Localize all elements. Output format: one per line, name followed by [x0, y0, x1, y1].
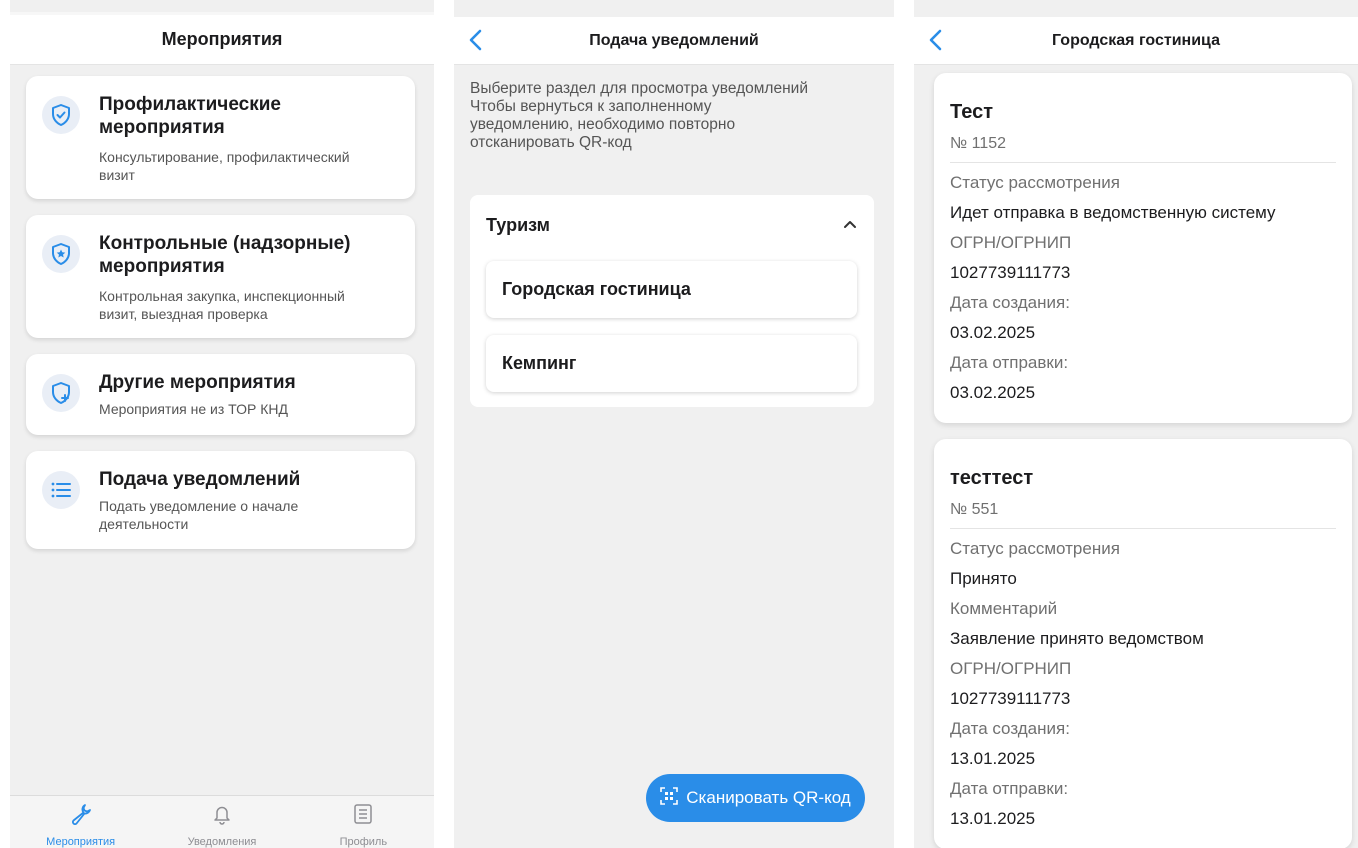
wrench-icon: [70, 803, 92, 830]
other-events-card[interactable]: Другие мероприятия Мероприятия не из ТОР…: [26, 354, 415, 435]
tab-profile[interactable]: Профиль: [293, 796, 434, 848]
item-camping[interactable]: Кемпинг: [486, 335, 857, 392]
status-label: Статус рассмотрения: [950, 539, 1120, 558]
sent-value: 13.01.2025: [950, 809, 1036, 828]
preventive-events-card[interactable]: Профилактические мероприятия Консультиро…: [26, 76, 415, 199]
section-hint: Выберите раздел для просмотра уведомлени…: [470, 80, 808, 151]
notice-card[interactable]: тесттест № 551 Статус рассмотрения Приня…: [934, 439, 1352, 848]
status-value: Принято: [950, 569, 1017, 588]
bottom-tab-bar: Мероприятия Уведомления Профиль: [10, 795, 434, 848]
sent-label: Дата отправки:: [950, 353, 1069, 372]
status-label: Статус рассмотрения: [950, 173, 1120, 192]
control-events-card[interactable]: Контрольные (надзорные) мероприятия Конт…: [26, 215, 415, 338]
shield-check-icon: [42, 96, 80, 134]
events-header: Мероприятия: [10, 15, 434, 65]
card-description: Подать уведомление о начале деятельности: [99, 498, 299, 532]
notifications-header: Подача уведомлений: [454, 17, 894, 65]
status-value: Идет отправка в ведомственную систему: [950, 203, 1276, 222]
created-label: Дата создания:: [950, 293, 1070, 312]
card-title: Профилактические мероприятия: [99, 94, 281, 138]
card-description: Контрольная закупка, инспекционный визит…: [99, 288, 345, 322]
comment-value: Заявление принято ведомством: [950, 629, 1204, 648]
divider: [950, 528, 1336, 529]
notifications-screen: Подача уведомлений Выберите раздел для п…: [454, 0, 894, 848]
notice-number: № 1152: [950, 135, 1007, 152]
notice-name: Тест: [950, 101, 993, 123]
tab-events[interactable]: Мероприятия: [10, 796, 151, 848]
created-value: 03.02.2025: [950, 323, 1036, 342]
ogrn-label: ОГРН/ОГРНИП: [950, 659, 1072, 678]
bell-icon: [211, 803, 233, 830]
created-label: Дата создания:: [950, 719, 1070, 738]
qr-scan-icon: [660, 786, 686, 810]
group-header[interactable]: Туризм: [486, 215, 550, 236]
back-chevron-icon[interactable]: [464, 27, 490, 53]
profile-list-icon: [352, 803, 374, 830]
card-title: Другие мероприятия: [99, 372, 296, 393]
list-icon: [42, 471, 80, 509]
card-title: Подача уведомлений: [99, 469, 301, 490]
sent-value: 03.02.2025: [950, 383, 1036, 402]
ogrn-value: 1027739111773: [950, 263, 1071, 282]
page-title: Мероприятия: [161, 29, 283, 49]
divider: [950, 162, 1336, 163]
notice-name: тесттест: [950, 467, 1034, 489]
scan-qr-button[interactable]: Сканировать QR-код: [646, 774, 865, 822]
notice-number: № 551: [950, 501, 999, 518]
submit-notifications-card[interactable]: Подача уведомлений Подать уведомление о …: [26, 451, 415, 549]
page-title: Городская гостиница: [1052, 31, 1220, 49]
sent-label: Дата отправки:: [950, 779, 1069, 798]
comment-label: Комментарий: [950, 599, 1058, 618]
scan-qr-label: Сканировать QR-код: [686, 788, 851, 807]
card-description: Мероприятия не из ТОР КНД: [99, 401, 288, 417]
shield-star-icon: [42, 235, 80, 273]
tab-label: Мероприятия: [46, 836, 116, 848]
item-city-hotel[interactable]: Городская гостиница: [486, 261, 857, 318]
tab-notifications[interactable]: Уведомления: [151, 796, 292, 848]
tab-label: Уведомления: [187, 836, 257, 848]
hotel-screen: Городская гостиница Тест № 1152 Статус р…: [914, 0, 1358, 848]
created-value: 13.01.2025: [950, 749, 1036, 768]
tourism-group: Туризм Городская гостиница Кемпинг: [470, 195, 874, 407]
hotel-header: Городская гостиница: [914, 17, 1358, 65]
tab-label: Профиль: [339, 836, 388, 848]
events-screen: Мероприятия Профилактические мероприятия…: [10, 0, 434, 848]
shield-plus-icon: [42, 374, 80, 412]
notice-card[interactable]: Тест № 1152 Статус рассмотрения Идет отп…: [934, 73, 1352, 423]
back-chevron-icon[interactable]: [924, 27, 950, 53]
ogrn-value: 1027739111773: [950, 689, 1071, 708]
page-title: Подача уведомлений: [589, 31, 759, 49]
card-description: Консультирование, профилактический визит: [99, 149, 350, 183]
chevron-up-icon[interactable]: [842, 217, 858, 231]
ogrn-label: ОГРН/ОГРНИП: [950, 233, 1072, 252]
card-title: Контрольные (надзорные) мероприятия: [99, 233, 351, 277]
